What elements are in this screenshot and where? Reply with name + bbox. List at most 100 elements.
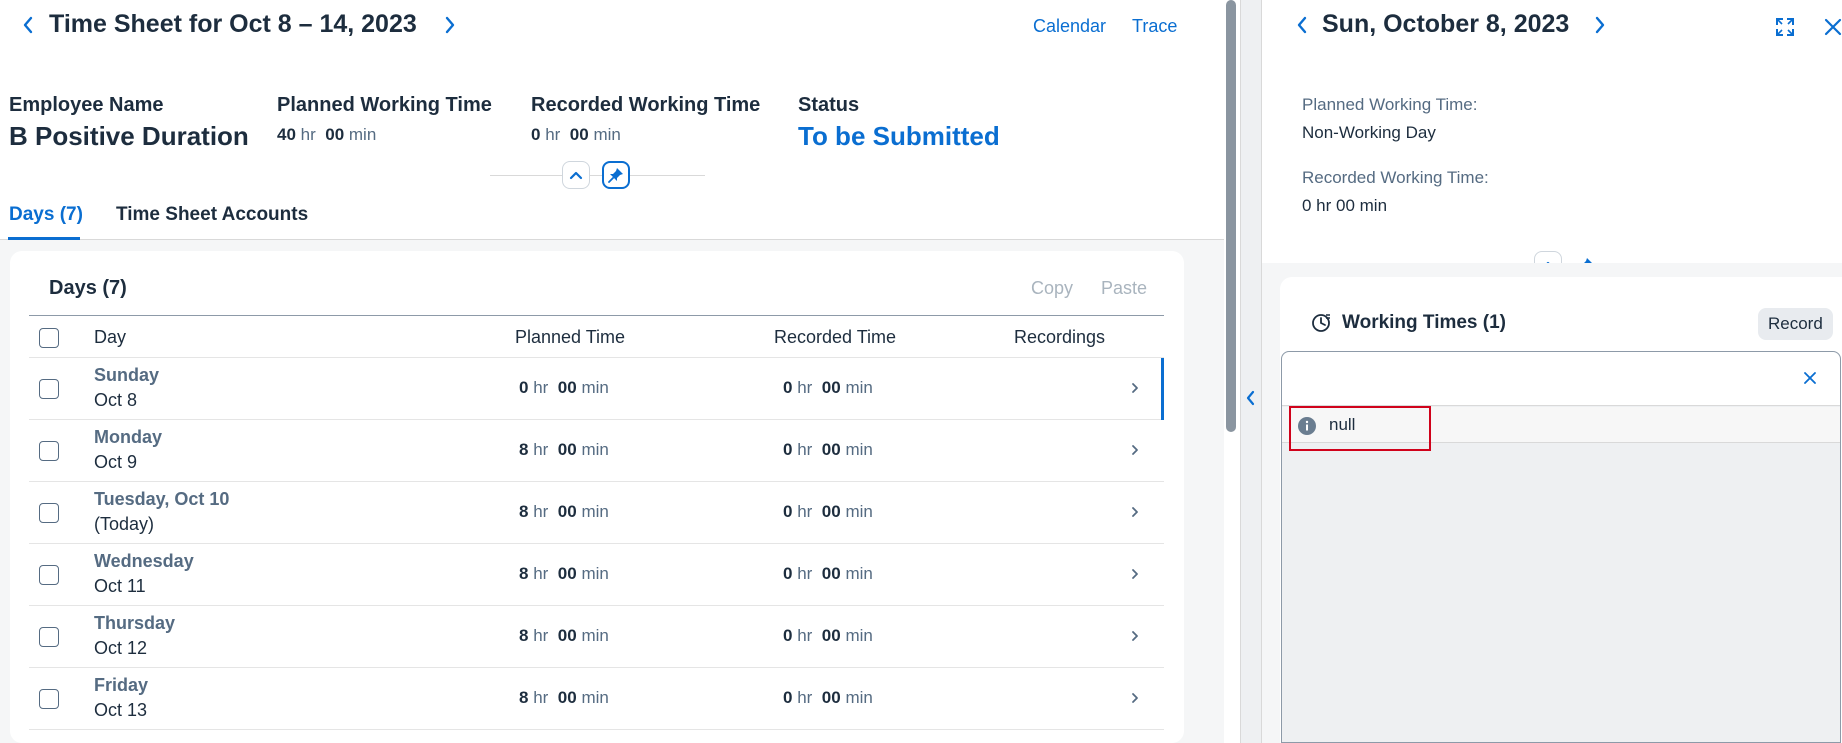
full-screen-icon[interactable] — [1774, 16, 1796, 43]
pane-divider — [1240, 0, 1262, 743]
calendar-link[interactable]: Calendar — [1033, 16, 1106, 37]
employee-name-label: Employee Name — [9, 94, 164, 116]
recorded-working-time-kpi: Recorded Working Time 0 hr 00 min — [531, 94, 760, 145]
planned-time-cell: 8 hr 00 min — [519, 564, 609, 583]
timesheet-tabs: Days (7) Time Sheet Accounts — [0, 196, 1224, 240]
day-date: Oct 13 — [94, 700, 148, 720]
day-name: Sunday — [94, 365, 160, 385]
day-date: (Today) — [94, 514, 155, 534]
planned-working-time-kpi: Planned Working Time 40 hr 00 min — [277, 94, 492, 145]
trace-link[interactable]: Trace — [1132, 16, 1177, 37]
column-header-day: Day — [94, 327, 127, 347]
collapse-header-button[interactable] — [562, 161, 590, 189]
pin-icon — [608, 168, 623, 183]
collapse-detail-icon[interactable] — [1244, 388, 1258, 408]
row-navigation-icon[interactable] — [1128, 691, 1142, 705]
planned-time-cell: 8 hr 00 min — [519, 688, 609, 707]
tab-time-sheet-accounts[interactable]: Time Sheet Accounts — [116, 204, 308, 226]
previous-day-icon[interactable] — [1294, 14, 1310, 36]
table-row[interactable]: Monday Oct 9 8 hr 00 min 0 hr 00 min — [29, 420, 1164, 482]
message-item[interactable]: null — [1282, 406, 1840, 451]
employee-kpi: Employee Name B Positive Duration — [9, 94, 249, 152]
row-navigation-icon[interactable] — [1128, 629, 1142, 643]
header-divider — [490, 175, 705, 176]
table-row[interactable]: Wednesday Oct 11 8 hr 00 min 0 hr 00 min — [29, 544, 1164, 606]
planned-working-time-label: Planned Working Time: — [1302, 95, 1478, 114]
recorded-time-cell: 0 hr 00 min — [783, 378, 873, 397]
day-date: Oct 8 — [94, 390, 138, 410]
recorded-working-time-label: Recorded Working Time: — [1302, 168, 1489, 187]
status-kpi: Status To be Submitted — [798, 94, 1000, 152]
days-section-title: Days (7) — [49, 277, 127, 299]
column-header-planned-time: Planned Time — [515, 327, 626, 347]
selected-row-indicator — [1161, 358, 1164, 420]
table-header-row: Day Planned Time Recorded Time Recording… — [29, 315, 1164, 358]
planned-time-cell: 8 hr 00 min — [519, 440, 609, 459]
page-title: Time Sheet for Oct 8 – 14, 2023 — [49, 10, 417, 38]
previous-week-icon[interactable] — [20, 14, 36, 36]
next-day-icon[interactable] — [1592, 14, 1608, 36]
paste-button[interactable]: Paste — [1101, 278, 1147, 299]
timesheet-scrollbar[interactable] — [1226, 0, 1236, 432]
day-name: Thursday — [94, 613, 176, 633]
planned-time-cell: 0 hr 00 min — [519, 378, 609, 397]
table-row[interactable]: Tuesday, Oct 10 (Today) 8 hr 00 min 0 hr 00… — [29, 482, 1164, 544]
working-times-title: Working Times (1) — [1342, 312, 1506, 333]
row-checkbox[interactable] — [39, 565, 59, 585]
row-checkbox[interactable] — [39, 441, 59, 461]
planned-working-time-label: Planned Working Time — [277, 94, 492, 116]
day-name: Wednesday — [94, 551, 194, 571]
close-popover-icon[interactable] — [1801, 369, 1819, 387]
row-checkbox[interactable] — [39, 379, 59, 399]
recorded-working-time-value: 0 hr 00 min — [531, 125, 621, 144]
column-header-recorded-time: Recorded Time — [774, 327, 897, 347]
day-name: Friday — [94, 675, 149, 695]
recorded-time-cell: 0 hr 00 min — [783, 626, 873, 645]
copy-button[interactable]: Copy — [1031, 278, 1073, 299]
message-highlight-box — [1289, 406, 1431, 451]
planned-time-cell: 8 hr 00 min — [519, 502, 609, 521]
row-checkbox[interactable] — [39, 503, 59, 523]
table-row[interactable]: Friday Oct 13 8 hr 00 min 0 hr 00 min — [29, 668, 1164, 730]
planned-working-time-value: 40 hr 00 min — [277, 125, 377, 144]
day-name: Monday — [94, 427, 163, 447]
day-name: Tuesday, Oct 10 — [94, 489, 230, 509]
timesheet-pane: Time Sheet for Oct 8 – 14, 2023 Calendar… — [0, 0, 1224, 743]
timesheet-header: Time Sheet for Oct 8 – 14, 2023 Calendar… — [0, 0, 1224, 240]
day-date: Oct 11 — [94, 576, 146, 596]
table-row[interactable]: Sunday Oct 8 0 hr 00 min 0 hr 00 min — [29, 358, 1164, 420]
time-entry-icon — [1310, 312, 1332, 339]
recorded-time-cell: 0 hr 00 min — [783, 502, 873, 521]
recorded-working-time-value: 0 hr 00 min — [1302, 196, 1388, 215]
row-navigation-icon[interactable] — [1128, 381, 1142, 395]
employee-name-value: B Positive Duration — [9, 121, 249, 151]
close-icon[interactable] — [1824, 18, 1842, 41]
planned-time-cell: 8 hr 00 min — [519, 626, 609, 645]
status-value: To be Submitted — [798, 121, 1000, 151]
row-checkbox[interactable] — [39, 689, 59, 709]
detail-title: Sun, October 8, 2023 — [1322, 10, 1570, 38]
recorded-time-cell: 0 hr 00 min — [783, 564, 873, 583]
recorded-time-cell: 0 hr 00 min — [783, 440, 873, 459]
message-popover-header — [1282, 352, 1840, 406]
day-date: Oct 9 — [94, 452, 138, 472]
recorded-time-cell: 0 hr 00 min — [783, 688, 873, 707]
recorded-working-time-label: Recorded Working Time — [531, 94, 761, 116]
chevron-up-icon — [569, 171, 583, 180]
row-checkbox[interactable] — [39, 627, 59, 647]
column-header-recordings: Recordings — [1014, 327, 1106, 347]
row-navigation-icon[interactable] — [1128, 505, 1142, 519]
pin-header-button[interactable] — [602, 161, 630, 189]
message-popover: null — [1281, 351, 1841, 743]
row-navigation-icon[interactable] — [1128, 567, 1142, 581]
day-detail-pane: Sun, October 8, 2023 Planned Working Tim… — [1262, 0, 1842, 743]
select-all-checkbox[interactable] — [39, 328, 59, 348]
next-week-icon[interactable] — [442, 14, 458, 36]
day-date: Oct 12 — [94, 638, 148, 658]
planned-working-time-value: Non-Working Day — [1302, 123, 1436, 142]
status-label: Status — [798, 94, 860, 116]
row-navigation-icon[interactable] — [1128, 443, 1142, 457]
tab-days[interactable]: Days (7) — [9, 204, 83, 226]
table-row[interactable]: Thursday Oct 12 8 hr 00 min 0 hr 00 min — [29, 606, 1164, 668]
record-button[interactable]: Record — [1758, 308, 1833, 340]
